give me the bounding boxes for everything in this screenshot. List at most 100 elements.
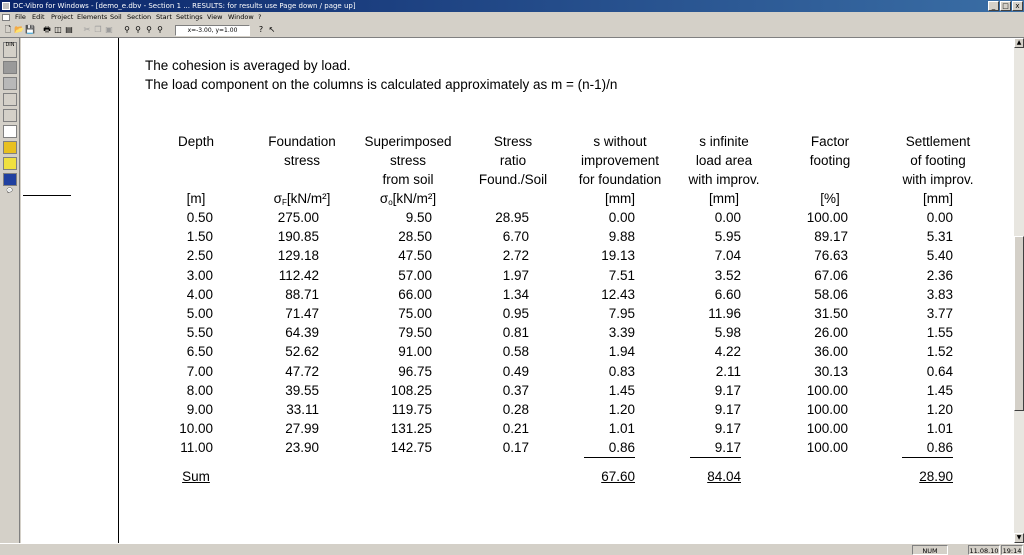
cell-s-without-improvement: 3.39 bbox=[608, 325, 635, 340]
menu-help[interactable]: ? bbox=[258, 12, 261, 23]
sum-label: Sum bbox=[182, 469, 210, 484]
cell-settlement-footing: 1.01 bbox=[926, 421, 953, 436]
zoom-fit-icon[interactable]: ⚲ bbox=[144, 25, 154, 35]
copy-icon[interactable]: ❐ bbox=[93, 25, 103, 35]
menu-elements[interactable]: Elements bbox=[77, 12, 107, 23]
document-icon[interactable] bbox=[2, 14, 10, 21]
app-icon[interactable] bbox=[2, 2, 10, 10]
scroll-up-button[interactable]: ▲ bbox=[1014, 38, 1024, 48]
scroll-thumb[interactable] bbox=[1014, 236, 1024, 411]
status-bar: NUM 11.08.10 19:14 bbox=[0, 543, 1024, 555]
menu-start[interactable]: Start bbox=[156, 12, 172, 23]
minimize-button[interactable]: _ bbox=[988, 1, 999, 11]
page-icon-left[interactable] bbox=[3, 125, 17, 138]
zoom-out-icon[interactable]: ⚲ bbox=[133, 25, 143, 35]
cell-s-without-improvement: 1.94 bbox=[608, 344, 635, 359]
menu-window[interactable]: Window bbox=[228, 12, 254, 23]
help-icon[interactable]: ? bbox=[256, 25, 266, 35]
unit-foundation-stress: σF[kN/m²] bbox=[242, 191, 362, 211]
page-marker bbox=[23, 195, 71, 196]
title-bar[interactable]: DC-Vibro for Windows - [demo_e.dbv - Sec… bbox=[0, 0, 1024, 12]
cell-superimposed-stress: 96.75 bbox=[398, 364, 432, 379]
cell-depth: 8.00 bbox=[186, 383, 213, 398]
cell-foundation-stress: 190.85 bbox=[277, 229, 319, 244]
cell-superimposed-stress: 28.50 bbox=[398, 229, 432, 244]
cell-superimposed-stress: 75.00 bbox=[398, 306, 432, 321]
menu-edit[interactable]: Edit bbox=[32, 12, 45, 23]
toolbar: 🗋 📂 💾 🖶 ◫ ▤ ✂ ❐ ▣ ⚲ ⚲ ⚲ ⚲ x=-3.00, y=1.0… bbox=[0, 23, 1024, 38]
yellow-grid-icon[interactable] bbox=[3, 141, 17, 154]
preview-icon[interactable]: ◫ bbox=[53, 25, 63, 35]
cell-settlement-footing: 0.64 bbox=[926, 364, 953, 379]
din-icon[interactable]: DIN bbox=[3, 42, 17, 58]
open-icon[interactable]: 📂 bbox=[14, 25, 24, 35]
sum-s-without-improvement: 67.60 bbox=[601, 469, 635, 484]
cell-stress-ratio: 0.49 bbox=[502, 364, 529, 379]
cell-settlement-footing: 1.55 bbox=[926, 325, 953, 340]
pen-icon[interactable] bbox=[3, 109, 17, 122]
close-button[interactable]: x bbox=[1012, 1, 1023, 11]
comment-icon[interactable]: 💬 bbox=[3, 189, 17, 202]
sigma-symbol: σ bbox=[273, 191, 282, 206]
foundation-icon[interactable] bbox=[3, 77, 17, 90]
cell-factor-footing: 89.17 bbox=[814, 229, 848, 244]
coordinate-field[interactable]: x=-3.00, y=1.00 bbox=[175, 25, 250, 36]
cell-depth: 6.50 bbox=[186, 344, 213, 359]
menu-file[interactable]: File bbox=[15, 12, 26, 23]
cell-foundation-stress: 27.99 bbox=[285, 421, 319, 436]
menu-section[interactable]: Section bbox=[127, 12, 151, 23]
scroll-down-button[interactable]: ▼ bbox=[1014, 533, 1024, 543]
cell-foundation-stress: 71.47 bbox=[285, 306, 319, 321]
cell-s-infinite-load-area: 5.98 bbox=[714, 325, 741, 340]
sum-separator-line bbox=[584, 457, 635, 458]
zoom-in-icon[interactable]: ⚲ bbox=[122, 25, 132, 35]
cell-settlement-footing: 3.77 bbox=[926, 306, 953, 321]
header-s-infinite-load-area-line-1: s infinite bbox=[699, 134, 749, 149]
cell-foundation-stress: 275.00 bbox=[277, 210, 319, 225]
menu-view[interactable]: View bbox=[207, 12, 222, 23]
save-icon[interactable]: 💾 bbox=[25, 25, 35, 35]
cell-s-without-improvement: 12.43 bbox=[601, 287, 635, 302]
context-help-icon[interactable]: ↖ bbox=[267, 25, 277, 35]
cell-s-without-improvement: 0.83 bbox=[608, 364, 635, 379]
cell-superimposed-stress: 79.50 bbox=[398, 325, 432, 340]
status-date: 11.08.10 bbox=[968, 545, 1000, 555]
cell-settlement-footing: 5.31 bbox=[926, 229, 953, 244]
cell-s-infinite-load-area: 9.17 bbox=[714, 383, 741, 398]
cut-icon[interactable]: ✂ bbox=[82, 25, 92, 35]
maximize-button[interactable]: □ bbox=[1000, 1, 1011, 11]
table-icon[interactable] bbox=[3, 173, 17, 186]
zoom-all-icon[interactable]: ⚲ bbox=[155, 25, 165, 35]
cell-stress-ratio: 0.37 bbox=[502, 383, 529, 398]
cell-s-infinite-load-area: 11.96 bbox=[708, 306, 741, 321]
cell-superimposed-stress: 66.00 bbox=[398, 287, 432, 302]
paste-icon[interactable]: ▣ bbox=[104, 25, 114, 35]
layers-icon[interactable] bbox=[3, 93, 17, 106]
cell-superimposed-stress: 131.25 bbox=[390, 421, 432, 436]
sum-separator-line bbox=[902, 457, 953, 458]
menu-settings[interactable]: Settings bbox=[176, 12, 203, 23]
menu-soil[interactable]: Soil bbox=[110, 12, 122, 23]
cell-foundation-stress: 33.11 bbox=[286, 402, 319, 417]
unit-depth: [m] bbox=[186, 191, 206, 206]
cell-s-infinite-load-area: 9.17 bbox=[714, 440, 741, 455]
header-stress-ratio-line-3: Found./Soil bbox=[478, 172, 548, 187]
highlight-icon[interactable] bbox=[3, 157, 17, 170]
cell-factor-footing: 100.00 bbox=[806, 383, 848, 398]
unit-factor-footing: [%] bbox=[820, 191, 840, 206]
cell-factor-footing: 100.00 bbox=[806, 421, 848, 436]
cell-settlement-footing: 0.00 bbox=[926, 210, 953, 225]
cell-superimposed-stress: 9.50 bbox=[405, 210, 432, 225]
print-icon[interactable]: 🖶 bbox=[42, 25, 52, 35]
gray-block-icon[interactable] bbox=[3, 61, 17, 74]
header-settlement-footing-line-3: with improv. bbox=[902, 172, 974, 187]
note-cohesion: The cohesion is averaged by load. bbox=[145, 58, 351, 73]
menu-project[interactable]: Project bbox=[51, 12, 73, 23]
cell-stress-ratio: 0.17 bbox=[502, 440, 529, 455]
page-icon[interactable]: ▤ bbox=[64, 25, 74, 35]
cell-s-infinite-load-area: 9.17 bbox=[714, 421, 741, 436]
cell-s-infinite-load-area: 2.11 bbox=[715, 364, 741, 379]
vertical-scrollbar[interactable]: ▲ ▼ bbox=[1014, 38, 1024, 543]
cell-settlement-footing: 1.45 bbox=[926, 383, 953, 398]
new-icon[interactable]: 🗋 bbox=[3, 25, 13, 35]
